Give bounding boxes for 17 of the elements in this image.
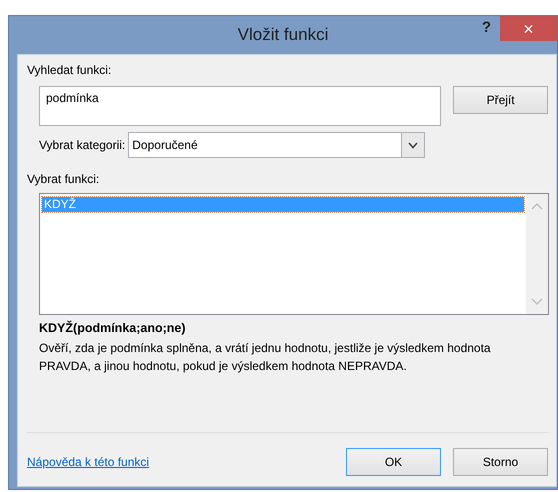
scroll-up-icon[interactable] <box>531 202 543 210</box>
help-link[interactable]: Nápověda k této funkci <box>27 455 150 469</box>
cancel-button[interactable]: Storno <box>453 448 548 476</box>
category-label: Vybrat kategorii: <box>39 138 126 152</box>
close-button[interactable]: × <box>500 16 557 41</box>
category-dropdown[interactable]: Doporučené <box>128 132 426 158</box>
search-field[interactable]: podmínka <box>39 86 442 126</box>
function-list-label: Vybrat funkci: <box>27 172 100 186</box>
scrollbar[interactable] <box>526 194 548 314</box>
help-button[interactable]: ? <box>478 19 495 36</box>
function-description: Ověří, zda je podmínka splněna, a vrátí jednu hodnotu, jestliže je výsledkem hodnota PRAVDA, a jinou hodnotu, pokud je výsledkem hodnota NEPRAVDA. <box>39 340 492 375</box>
ok-button[interactable]: OK <box>346 448 441 476</box>
search-label: Vyhledat funkci: <box>27 63 112 77</box>
function-signature: KDYŽ(podmínka;ano;ne) <box>39 321 187 335</box>
scroll-down-icon[interactable] <box>531 298 543 306</box>
go-button[interactable]: Přejít <box>453 86 548 114</box>
window-title: Vložit funkci <box>238 24 328 46</box>
